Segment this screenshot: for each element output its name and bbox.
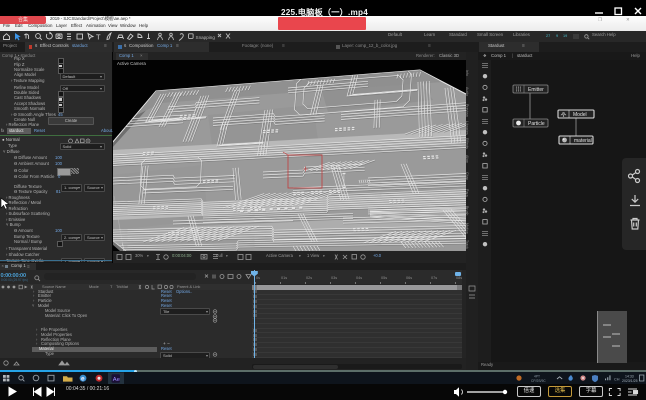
svg-text:2023/1/25: 2023/1/25	[622, 380, 638, 384]
svg-text:Particle: Particle	[528, 121, 545, 127]
svg-text:Ae: Ae	[113, 377, 120, 383]
svg-text:14:33: 14:33	[625, 375, 634, 379]
svg-text:Emitter: Emitter	[528, 87, 544, 93]
svg-text:CP/2S/9C: CP/2S/9C	[531, 379, 546, 383]
svg-text:Model: Model	[573, 112, 587, 118]
svg-text:T: T	[96, 32, 101, 41]
svg-text:material: material	[574, 138, 592, 144]
svg-text:e: e	[81, 376, 85, 383]
svg-text:CH: CH	[614, 378, 620, 382]
svg-text:Snapping: Snapping	[196, 35, 216, 40]
